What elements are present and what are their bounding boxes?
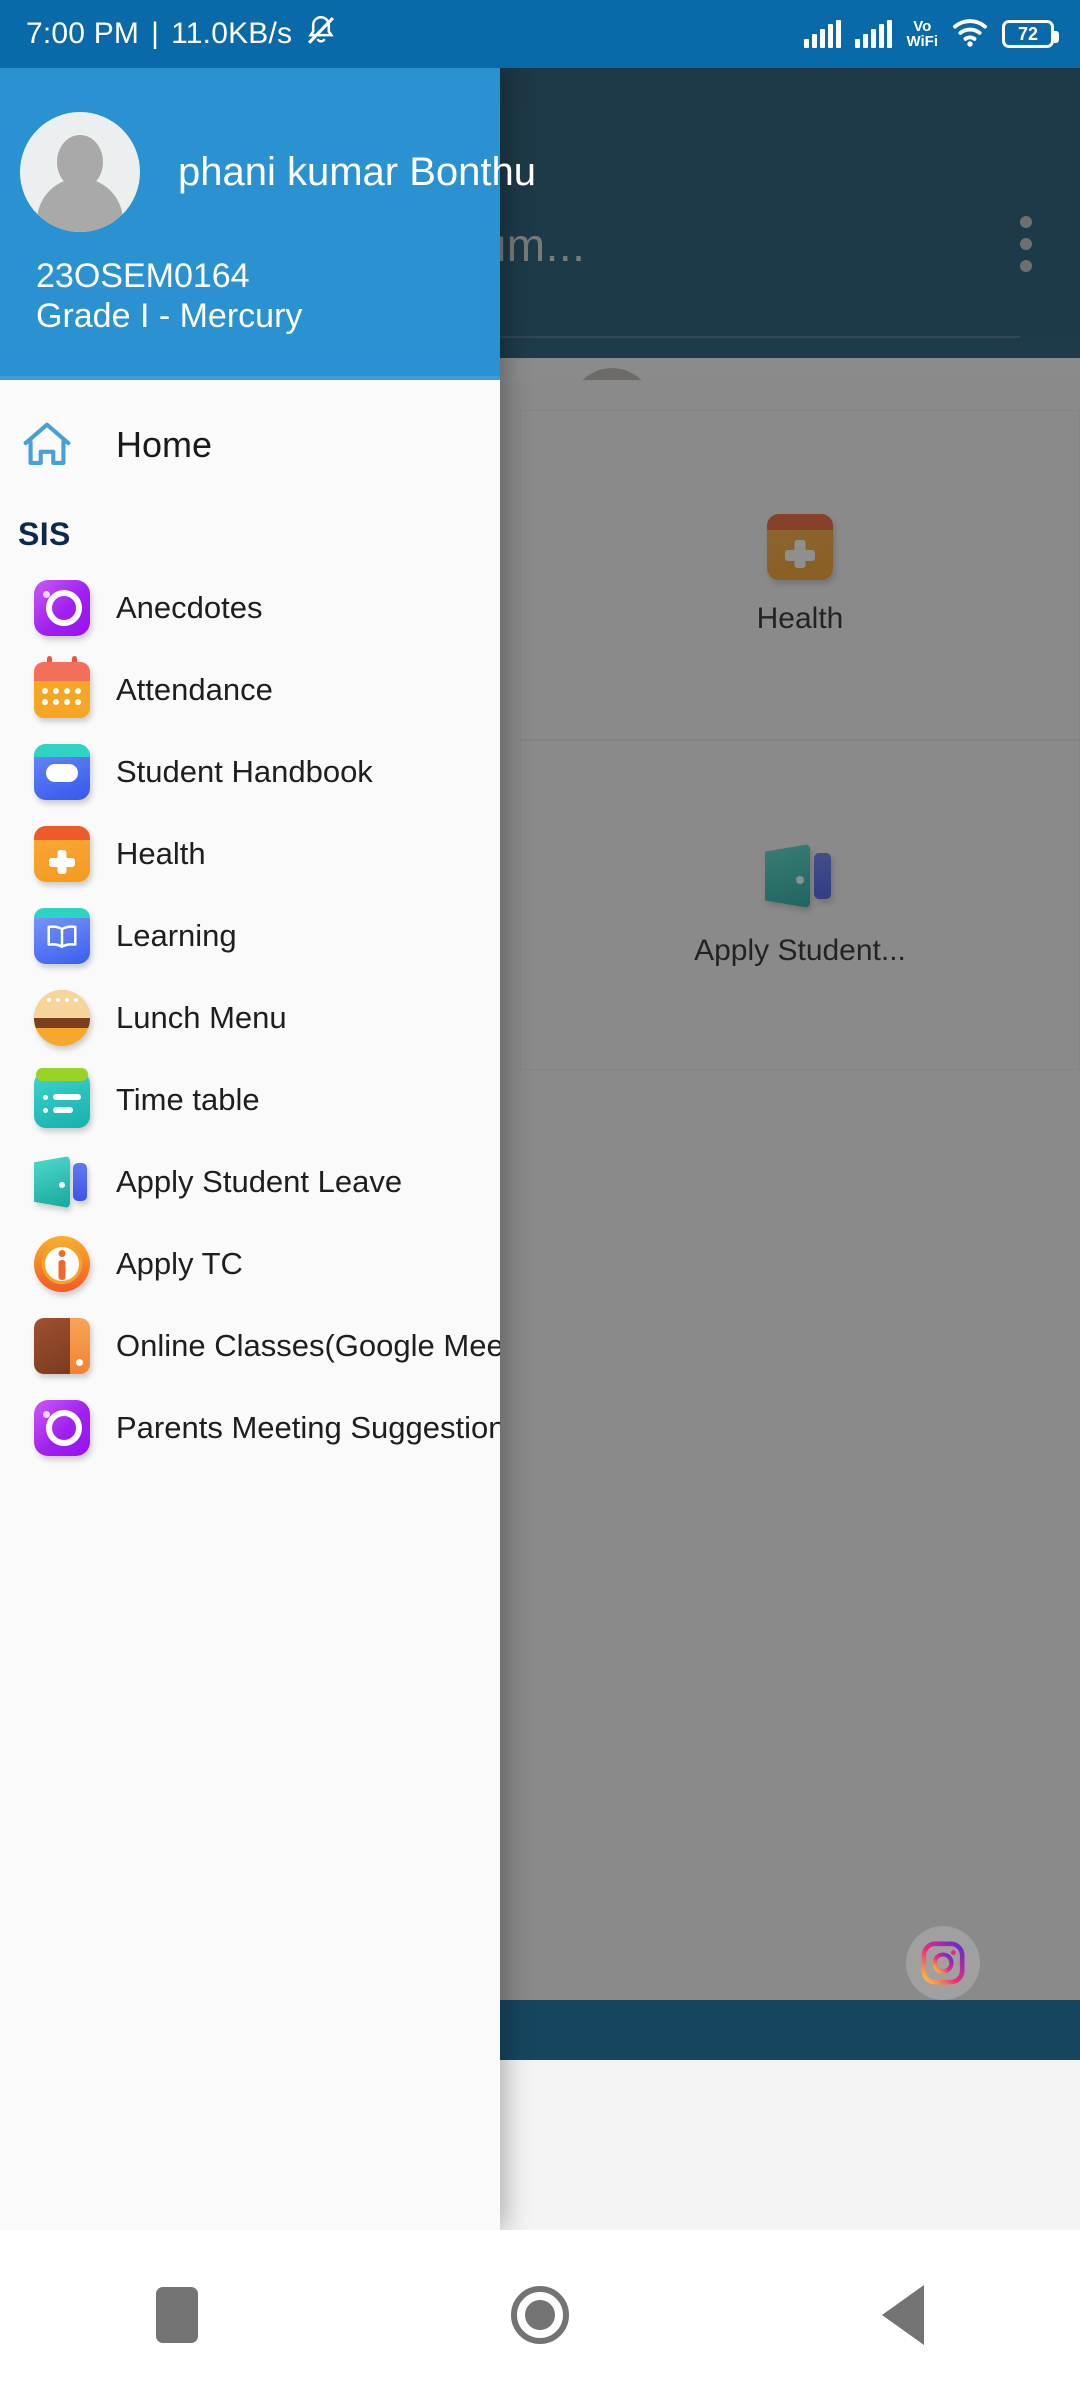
sidebar-item-time-table[interactable]: Time table	[0, 1059, 500, 1141]
sidebar-item-label: Lunch Menu	[116, 1000, 287, 1035]
drawer-body: Home SIS Anecdotes Attendance Student Ha…	[0, 380, 500, 2230]
android-navigation-bar	[0, 2230, 1080, 2400]
medkit-icon	[34, 826, 90, 882]
drawer-header: phani kumar Bonthu 23OSEM0164 Grade I - …	[0, 68, 536, 380]
avatar[interactable]	[20, 112, 140, 232]
student-id: 23OSEM0164	[36, 257, 250, 295]
sidebar-item-attendance[interactable]: Attendance	[0, 649, 500, 731]
calendar-icon	[34, 656, 90, 718]
status-bar-right: Vo WiFi 72	[804, 17, 1059, 52]
sidebar-item-lunch-menu[interactable]: Lunch Menu	[0, 977, 500, 1059]
burger-icon	[34, 990, 90, 1046]
book-orange-icon	[34, 1318, 90, 1374]
sidebar-item-home[interactable]: Home	[0, 394, 500, 492]
phone-screen: ium... Health Health	[0, 0, 1080, 2400]
sidebar-item-student-handbook[interactable]: Student Handbook	[0, 731, 500, 813]
sidebar-item-learning[interactable]: Learning	[0, 895, 500, 977]
volte-label-bottom: WiFi	[906, 33, 938, 50]
sidebar-item-label: Online Classes(Google Meet)	[116, 1328, 500, 1363]
sidebar-item-label: Learning	[116, 918, 237, 953]
status-bar: 7:00 PM | 11.0KB/s Vo WiFi 72	[0, 0, 1080, 68]
door-exit-icon	[34, 1154, 90, 1210]
sidebar-item-label: Parents Meeting Suggestion	[116, 1410, 500, 1445]
sidebar-item-label: Attendance	[116, 672, 273, 707]
student-grade: Grade I - Mercury	[36, 297, 303, 336]
section-title-sis: SIS	[18, 516, 71, 552]
recents-square-icon[interactable]	[156, 2287, 199, 2343]
sidebar-item-health[interactable]: Health	[0, 813, 500, 895]
sidebar-item-online-classes[interactable]: Online Classes(Google Meet)	[0, 1305, 500, 1387]
book-closed-icon	[34, 744, 90, 800]
wifi-icon	[952, 17, 988, 52]
home-icon	[18, 416, 76, 474]
sidebar-item-apply-tc[interactable]: Apply TC	[0, 1223, 500, 1305]
battery-icon: 72	[1002, 20, 1059, 48]
bell-muted-icon	[304, 13, 338, 55]
signal-bars-icon	[855, 20, 893, 48]
info-circle-icon	[34, 1236, 90, 1292]
status-separator: |	[151, 17, 160, 50]
sidebar-item-label: Health	[116, 836, 206, 871]
status-bar-left: 7:00 PM | 11.0KB/s	[26, 13, 338, 55]
status-time: 7:00 PM	[26, 17, 140, 50]
sidebar-item-label: Student Handbook	[116, 754, 373, 789]
sidebar-item-anecdotes[interactable]: Anecdotes	[0, 567, 500, 649]
user-name: phani kumar Bonthu	[178, 150, 537, 194]
sidebar-item-label: Home	[116, 424, 213, 465]
user-meta: 23OSEM0164 Grade I - Mercury	[36, 256, 302, 336]
home-circle-icon[interactable]	[510, 2286, 569, 2344]
sidebar-item-parents-meeting-suggestion[interactable]: Parents Meeting Suggestion	[0, 1387, 500, 1469]
sidebar-item-label: Apply TC	[116, 1246, 243, 1281]
sidebar-item-label: Apply Student Leave	[116, 1164, 403, 1199]
open-book-icon	[34, 908, 90, 964]
timetable-icon	[34, 1068, 90, 1128]
instagram-icon[interactable]	[906, 1926, 980, 2000]
camera-icon	[34, 1400, 90, 1456]
status-network-speed: 11.0KB/s	[171, 17, 293, 50]
battery-level: 72	[1017, 23, 1039, 44]
volte-wifi-icon: Vo WiFi	[906, 19, 938, 49]
signal-bars-icon	[804, 20, 842, 48]
camera-icon	[34, 580, 90, 636]
sidebar-item-label: Time table	[116, 1082, 260, 1117]
back-triangle-icon[interactable]	[881, 2285, 924, 2345]
sidebar-item-apply-student-leave[interactable]: Apply Student Leave	[0, 1141, 500, 1223]
sidebar-item-label: Anecdotes	[116, 590, 263, 625]
navigation-drawer: phani kumar Bonthu 23OSEM0164 Grade I - …	[0, 68, 536, 2230]
